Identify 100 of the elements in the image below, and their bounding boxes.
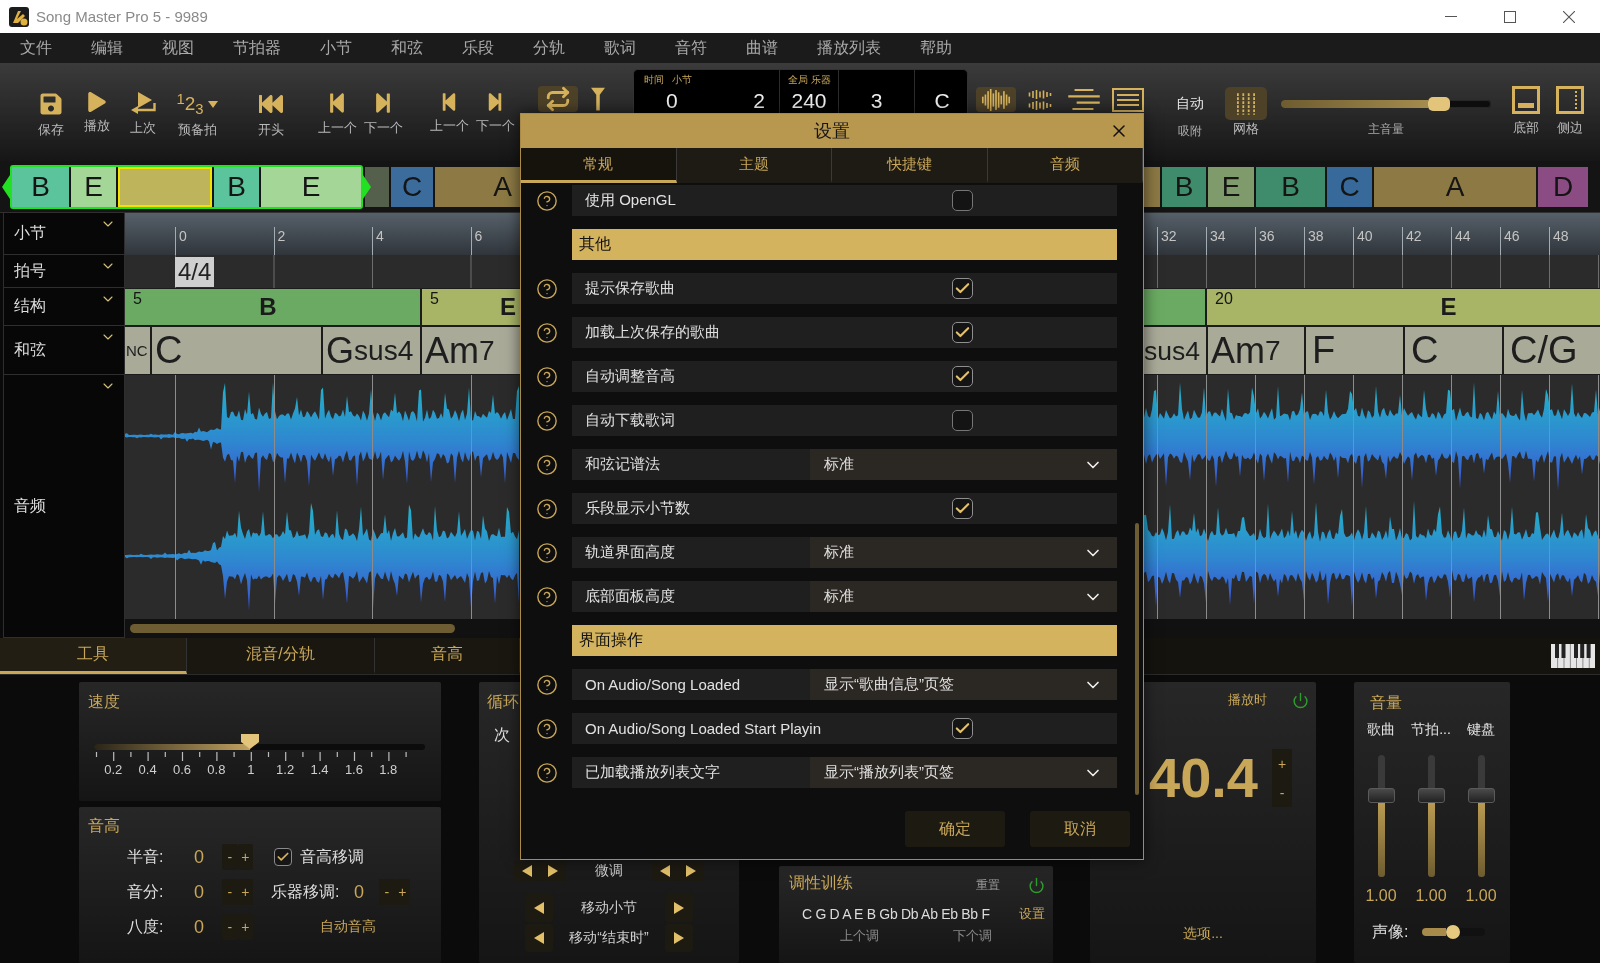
help-icon[interactable] — [535, 189, 558, 212]
help-icon[interactable] — [535, 761, 558, 784]
section-block[interactable]: E — [1208, 166, 1254, 207]
chord-cell[interactable]: C/G — [1504, 327, 1600, 374]
section-block[interactable]: A — [435, 166, 520, 207]
left-arrow-button[interactable] — [514, 861, 540, 881]
toolbar-button[interactable]: 上次 — [120, 80, 166, 154]
master-volume-slider[interactable] — [1281, 100, 1491, 108]
left-arrow-button[interactable] — [525, 924, 553, 952]
section-block[interactable]: B — [214, 166, 259, 207]
menu-item[interactable]: 帮助 — [900, 33, 971, 63]
increment-button[interactable]: + — [1272, 749, 1292, 778]
left-arrow-button[interactable] — [652, 861, 678, 881]
toolbar-button[interactable]: 上一个 — [314, 80, 360, 154]
help-icon[interactable] — [535, 453, 558, 476]
slider-thumb[interactable] — [1367, 787, 1395, 803]
menu-item[interactable]: 乐段 — [442, 33, 513, 63]
pan-slider[interactable] — [1422, 928, 1486, 936]
toolbar-button[interactable]: 下一个 — [472, 80, 518, 154]
section-block[interactable] — [1144, 166, 1160, 207]
section-block[interactable]: B — [12, 166, 69, 207]
right-arrow-button[interactable] — [665, 924, 693, 952]
decrement-button[interactable]: - — [379, 879, 395, 905]
checkbox[interactable] — [952, 366, 973, 387]
menu-item[interactable]: 分轨 — [513, 33, 584, 63]
help-icon[interactable] — [535, 497, 558, 520]
checkbox[interactable] — [952, 190, 973, 211]
toolbar-button[interactable]: 播放 — [74, 80, 120, 154]
menu-item[interactable]: 歌词 — [584, 33, 655, 63]
chord-cell[interactable]: sus4 — [1144, 327, 1206, 374]
decrement-button[interactable]: - — [222, 844, 238, 870]
help-icon[interactable] — [535, 717, 558, 740]
section-block[interactable]: B — [1162, 166, 1206, 207]
toolbar-button[interactable] — [538, 86, 578, 112]
triangle-handle-icon[interactable] — [363, 174, 371, 199]
menu-item[interactable]: 音符 — [655, 33, 726, 63]
slider-thumb[interactable] — [240, 734, 259, 749]
checkbox[interactable] — [952, 410, 973, 431]
dropdown[interactable]: 标准 — [810, 581, 1117, 612]
help-icon[interactable] — [535, 277, 558, 300]
scrollbar-thumb[interactable] — [1135, 523, 1139, 795]
section-block[interactable] — [365, 166, 389, 207]
power-icon[interactable] — [1292, 691, 1309, 709]
confirm-button[interactable]: 确定 — [905, 811, 1005, 847]
menu-item[interactable]: 播放列表 — [797, 33, 900, 63]
checkbox[interactable] — [952, 278, 973, 299]
toolbar-button[interactable]: 下一个 — [360, 80, 406, 154]
reset-button[interactable]: 重置 — [976, 876, 1000, 894]
section-block[interactable]: B — [1256, 166, 1325, 207]
menu-item[interactable]: 视图 — [142, 33, 213, 63]
help-icon[interactable] — [535, 585, 558, 608]
decrement-button[interactable]: - — [222, 879, 238, 905]
checkbox[interactable] — [952, 322, 973, 343]
options-button[interactable]: 选项... — [1183, 925, 1223, 943]
settings-link[interactable]: 设置 — [1019, 905, 1045, 923]
section-block[interactable]: 5 E — [422, 289, 520, 325]
dropdown[interactable]: 标准 — [810, 537, 1117, 568]
slider-thumb[interactable] — [1428, 97, 1450, 111]
dropdown[interactable]: 显示“播放列表”页签 — [810, 757, 1117, 788]
toolbar-button[interactable]: 开头 — [248, 80, 294, 154]
help-icon[interactable] — [535, 321, 558, 344]
slider-thumb[interactable] — [1417, 787, 1445, 803]
help-icon[interactable] — [535, 409, 558, 432]
slider-thumb[interactable] — [1446, 925, 1461, 939]
section-block[interactable]: 20 E — [1207, 289, 1600, 325]
piano-keyboard-icon[interactable] — [1551, 644, 1595, 668]
chord-cell[interactable]: F — [1306, 327, 1403, 374]
toolbar-button[interactable]: $^{1}$2$_{3}$ 预备拍 — [166, 80, 228, 154]
help-icon[interactable] — [535, 365, 558, 388]
chord-cell[interactable]: C — [152, 327, 321, 374]
decrement-button[interactable]: - — [1272, 778, 1292, 807]
section-block[interactable]: 5 B — [125, 289, 420, 325]
menu-item[interactable]: 编辑 — [71, 33, 142, 63]
toolbar-button[interactable]: 上一个 — [426, 80, 472, 154]
tab[interactable]: 工具 — [0, 638, 187, 674]
auto-pitch-link[interactable]: 自动音高 — [320, 918, 376, 936]
view-toggle-button[interactable] — [976, 87, 1016, 112]
triangle-handle-icon[interactable] — [2, 174, 10, 199]
help-icon[interactable] — [535, 541, 558, 564]
scrollbar-thumb[interactable] — [130, 624, 455, 633]
bottom-panel-button[interactable]: 底部 — [1505, 86, 1547, 135]
tab[interactable]: 常规 — [521, 148, 677, 183]
dropdown[interactable]: 标准 — [810, 449, 1117, 480]
chord-cell[interactable]: C — [1405, 327, 1502, 374]
right-arrow-button[interactable] — [540, 861, 566, 881]
slider-thumb[interactable] — [1467, 787, 1495, 803]
cancel-button[interactable]: 取消 — [1030, 811, 1130, 847]
tab[interactable]: 音高 — [375, 638, 520, 674]
decrement-button[interactable]: - — [222, 914, 238, 940]
tab[interactable]: 混音/分轨 — [187, 638, 375, 674]
power-icon[interactable] — [1028, 876, 1045, 894]
dropdown[interactable]: 显示“歌曲信息”页签 — [810, 669, 1117, 700]
right-arrow-button[interactable] — [665, 894, 693, 922]
section-block[interactable]: E — [261, 166, 361, 207]
help-icon[interactable] — [535, 673, 558, 696]
section-block[interactable]: E — [71, 166, 116, 207]
menu-item[interactable]: 节拍器 — [213, 33, 300, 63]
menu-item[interactable]: 和弦 — [371, 33, 442, 63]
menu-item[interactable]: 小节 — [300, 33, 371, 63]
time-signature[interactable]: 4/4 — [175, 256, 215, 287]
